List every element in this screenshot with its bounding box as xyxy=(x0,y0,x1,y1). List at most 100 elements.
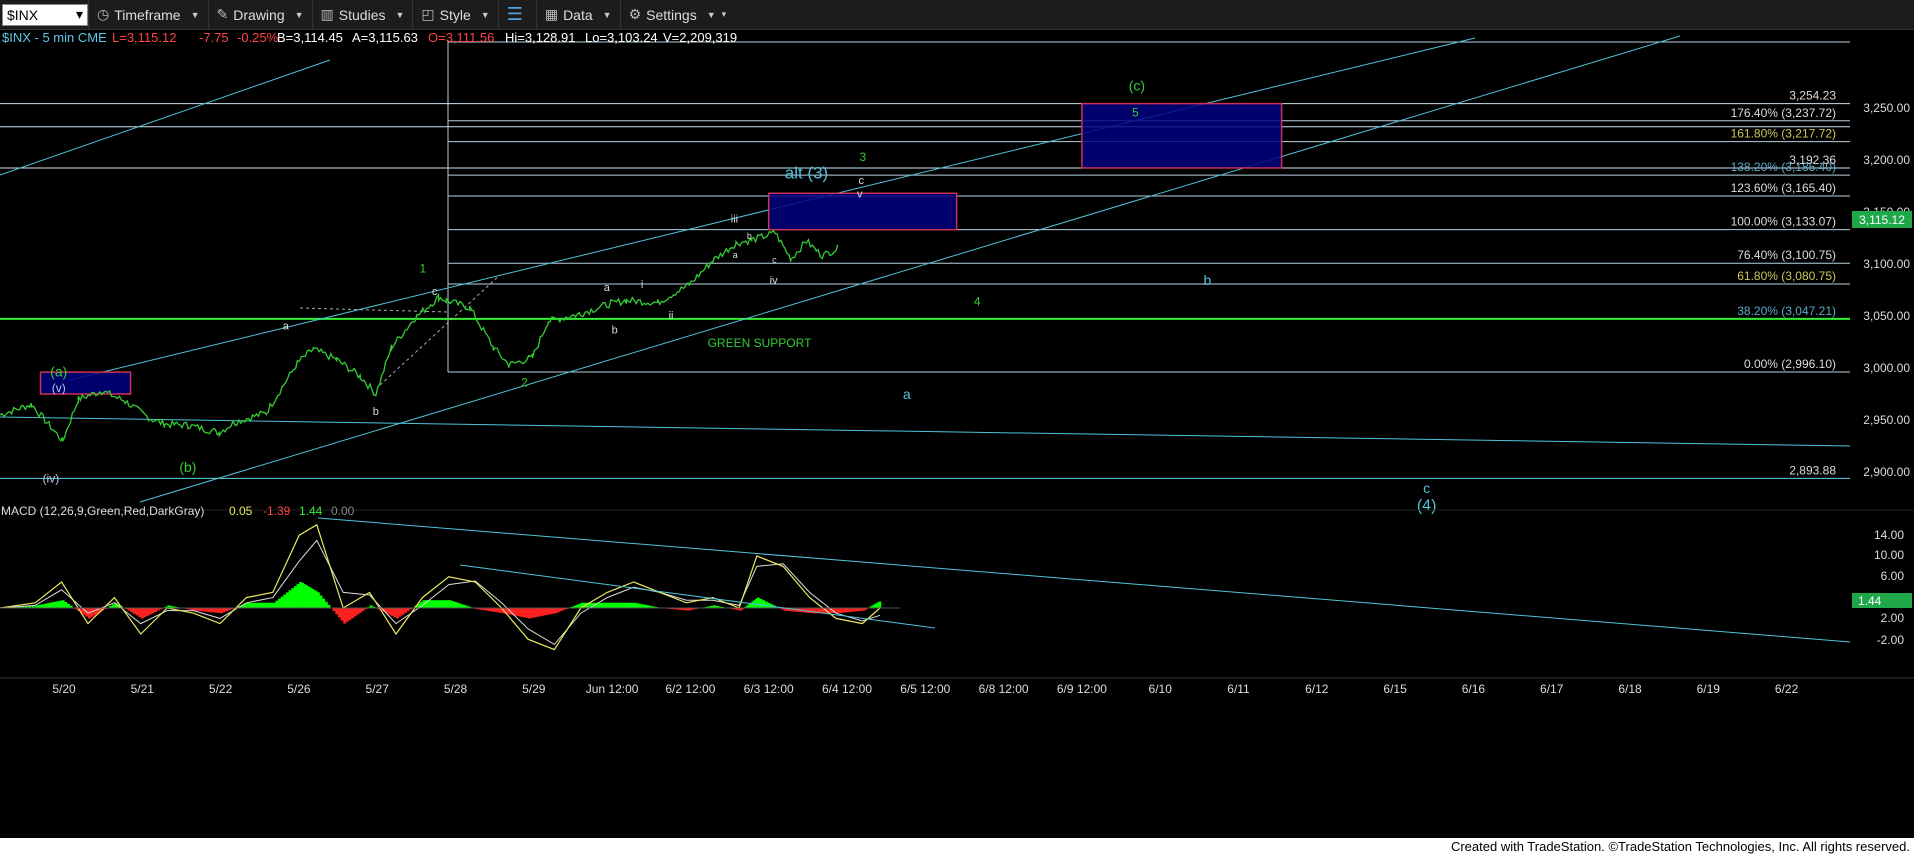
macd-histogram-bar xyxy=(288,590,292,608)
macd-histogram-bar xyxy=(322,598,326,608)
footer: Created with TradeStation. ©TradeStation… xyxy=(0,838,1914,856)
macd-histogram-bar xyxy=(132,608,136,614)
macd-histogram-bar xyxy=(543,608,547,616)
macd-histogram-bar xyxy=(351,608,355,619)
macd-label: MACD (12,26,9,Green,Red,DarkGray) xyxy=(1,504,204,518)
macd-histogram-bar xyxy=(756,597,760,608)
chart-area[interactable]: 0.00% (2,996.10) 38.20% (3,047.21) 61.80% … xyxy=(0,30,1914,840)
macd-tick: 10.00 xyxy=(1874,548,1904,562)
chevron-down-icon: ▼ xyxy=(602,9,612,20)
macd-histogram-bar xyxy=(448,600,452,608)
macd-histogram-bar xyxy=(220,608,223,614)
wave-label: b xyxy=(747,231,752,241)
macd-histogram-bar xyxy=(138,608,142,617)
macd-histogram-bar xyxy=(496,608,500,613)
macd-histogram-bar xyxy=(607,602,611,608)
chevron-down-icon[interactable]: ▾ xyxy=(76,6,83,23)
macd-histogram-bar xyxy=(61,600,65,608)
macd-histogram-bar xyxy=(491,608,495,612)
wave-label: (a) xyxy=(50,363,67,379)
price-axis-tick: 2,950.00 xyxy=(1863,413,1910,427)
chevron-down-icon: ▼ xyxy=(294,9,304,20)
macd-histogram-bar xyxy=(430,600,434,608)
macd-histogram-bar xyxy=(291,588,295,608)
macd-histogram-bar xyxy=(633,602,637,608)
wave-label: a xyxy=(283,321,290,333)
macd-histogram-bar xyxy=(280,596,284,608)
macd-histogram-bar xyxy=(140,608,144,619)
data-menu[interactable]: ▦ Data ▼ xyxy=(535,0,620,29)
time-axis-tick: 6/5 12:00 xyxy=(900,682,950,696)
macd-tick: 6.00 xyxy=(1881,569,1905,583)
macd-histogram-bar xyxy=(45,603,49,608)
symbol-info: $INX - 5 min CME xyxy=(2,30,107,45)
macd-histogram-bar xyxy=(264,602,268,608)
macd-histogram-bar xyxy=(854,608,858,612)
level-label: 2,893.88 xyxy=(1789,463,1836,477)
macd-last-tag-text: 1.44 xyxy=(1858,594,1882,608)
change-percent: -0.25% xyxy=(237,30,279,45)
macd-histogram-bar xyxy=(201,608,205,612)
macd-histogram-bar xyxy=(601,602,605,608)
macd-value-1: 0.05 xyxy=(229,504,253,518)
macd-histogram-bar xyxy=(293,586,297,608)
toolbar: $INX ▾ ◷ Timeframe ▼ ✎ Drawing ▼ ▥ Studi… xyxy=(0,0,1914,30)
trend-lines-layer xyxy=(0,35,1851,503)
macd-histogram-bar xyxy=(438,600,442,608)
drawing-menu[interactable]: ✎ Drawing ▼ xyxy=(207,0,312,29)
time-axis-tick: 6/8 12:00 xyxy=(979,682,1029,696)
macd-histogram-bar xyxy=(541,608,545,616)
gear-icon: ⚙ xyxy=(628,6,642,22)
macd-histogram-bar xyxy=(151,608,155,614)
macd-histogram-bar xyxy=(48,602,52,608)
macd-histogram-bar xyxy=(841,608,845,613)
macd-histogram-bar xyxy=(130,608,134,613)
macd-tick: 2.00 xyxy=(1881,611,1905,625)
wave-label: iii xyxy=(731,213,738,225)
fib-level-label: 123.60% (3,165.40) xyxy=(1731,181,1836,195)
time-axis-tick: 6/2 12:00 xyxy=(665,682,715,696)
settings-menu[interactable]: ⚙ Settings ▼ ▾ xyxy=(619,0,735,29)
style-menu[interactable]: ◰ Style ▼ xyxy=(412,0,497,29)
macd-histogram-bar xyxy=(270,602,274,608)
macd-histogram-bar xyxy=(620,602,624,608)
macd-histogram-bar xyxy=(530,608,534,618)
symbol-input[interactable]: $INX ▾ xyxy=(2,3,88,26)
layout-button[interactable]: ☰ xyxy=(497,0,536,29)
macd-histogram-bar xyxy=(759,598,763,608)
time-axis-tick: 6/22 xyxy=(1775,682,1799,696)
macd-histogram-bar xyxy=(204,608,208,612)
macd-histogram-bar xyxy=(401,608,405,615)
data-label: Data xyxy=(563,6,593,23)
chevron-down-icon: ▾ xyxy=(721,9,727,19)
macd-histogram-bar xyxy=(148,608,152,615)
macd-histogram-bar xyxy=(446,600,450,608)
wave-label: 2 xyxy=(521,376,528,390)
macd-histogram-bar xyxy=(522,608,526,618)
macd-histogram-bar xyxy=(528,608,531,619)
macd-histogram-bar xyxy=(451,601,455,608)
data-icon: ▦ xyxy=(544,6,559,22)
macd-histogram-bar xyxy=(403,608,407,613)
wave-label: 1 xyxy=(419,261,426,275)
macd-histogram-bar xyxy=(454,601,458,608)
macd-histogram-bar xyxy=(51,602,55,608)
macd-histogram-bar xyxy=(340,608,344,621)
macd-histogram-bar xyxy=(493,608,497,612)
studies-menu[interactable]: ▥ Studies ▼ xyxy=(311,0,413,29)
macd-line xyxy=(0,523,881,651)
wave-label: v xyxy=(857,188,863,200)
macd-histogram-bar xyxy=(604,602,608,608)
time-axis-tick: 6/17 xyxy=(1540,682,1564,696)
macd-histogram-bar xyxy=(390,608,394,616)
macd-histogram-bar xyxy=(259,602,263,608)
style-icon: ◰ xyxy=(421,6,435,22)
price-chart[interactable]: 0.00% (2,996.10) 38.20% (3,047.21) 61.80% … xyxy=(0,30,1914,840)
fib-level-label: 61.80% (3,080.75) xyxy=(1737,269,1836,283)
copyright-text: Created with TradeStation. ©TradeStation… xyxy=(1450,839,1910,854)
fib-level-label: 161.80% (3,217.72) xyxy=(1731,127,1836,141)
time-axis-tick: 5/20 xyxy=(52,682,76,696)
header-strip: $INX - 5 min CME L=3,115.12 -7.75 -0.25%… xyxy=(2,30,737,45)
macd-tick: -2.00 xyxy=(1877,633,1905,647)
timeframe-menu[interactable]: ◷ Timeframe ▼ xyxy=(88,0,208,29)
